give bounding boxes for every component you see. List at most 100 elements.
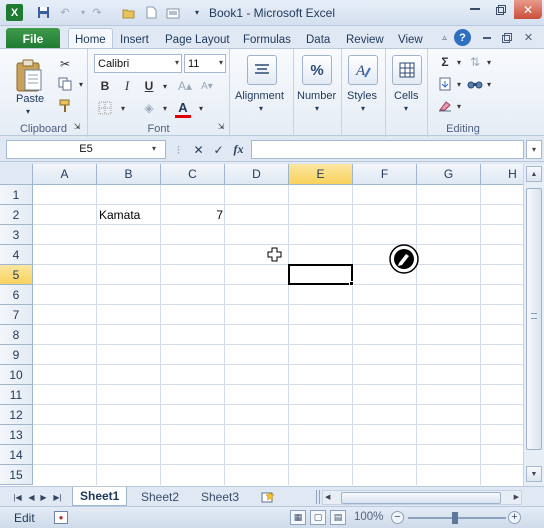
enter-entry-icon[interactable]: ✓ (210, 141, 227, 158)
cell-c2[interactable]: 7 (161, 205, 223, 225)
formula-bar-handle-icon[interactable]: ⁝ (170, 141, 187, 158)
cell-b2[interactable]: Kamata (99, 205, 161, 225)
zoom-level[interactable]: 100% (354, 511, 383, 523)
row-header-8[interactable]: 8 (0, 325, 33, 345)
font-size-select[interactable]: 11 ▾ (184, 54, 226, 73)
restore-button[interactable] (488, 0, 514, 19)
row-header-1[interactable]: 1 (0, 185, 33, 205)
font-name-select[interactable]: Calibri ▾ (94, 54, 182, 73)
name-box[interactable]: E5 (6, 140, 166, 159)
column-header-a[interactable]: A (33, 164, 97, 185)
scroll-up-icon[interactable]: ▲ (526, 166, 542, 182)
font-color-dropdown-icon[interactable]: ▾ (192, 99, 210, 117)
alignment-icon[interactable] (247, 55, 277, 85)
insert-sheet-icon[interactable] (260, 490, 276, 504)
column-header-d[interactable]: D (225, 164, 289, 185)
paste-dropdown-icon[interactable]: ▾ (26, 107, 30, 116)
zoom-in-icon[interactable]: + (508, 511, 521, 524)
print-preview-icon[interactable] (164, 4, 182, 21)
page-break-view-icon[interactable]: ▤ (330, 510, 346, 525)
customize-qat-icon[interactable]: ▾ (188, 4, 206, 21)
row-header-6[interactable]: 6 (0, 285, 33, 305)
tab-home[interactable]: Home (68, 28, 113, 50)
sort-filter-dropdown-icon[interactable]: ▾ (480, 53, 498, 71)
page-layout-view-icon[interactable]: ▢ (310, 510, 326, 525)
alignment-dropdown-icon[interactable]: ▾ (259, 104, 263, 113)
tab-formulas[interactable]: Formulas (243, 30, 291, 49)
workbook-restore-icon[interactable] (498, 29, 515, 46)
minimize-ribbon-icon[interactable]: ▵ (436, 29, 453, 46)
vertical-scrollbar[interactable]: ▲ ▼ (523, 164, 544, 486)
row-header-11[interactable]: 11 (0, 385, 33, 405)
column-header-e[interactable]: E (289, 164, 353, 185)
italic-button[interactable]: I (118, 77, 136, 95)
sheet-tab-sheet1[interactable]: Sheet1 (72, 487, 128, 506)
format-painter-icon[interactable] (56, 97, 74, 115)
minimize-button[interactable] (462, 0, 488, 19)
borders-dropdown-icon[interactable]: ▾ (114, 99, 132, 117)
row-header-9[interactable]: 9 (0, 345, 33, 365)
paste-button-label[interactable]: Paste (16, 93, 44, 105)
tab-review[interactable]: Review (346, 30, 384, 49)
select-all-corner[interactable] (0, 164, 33, 185)
first-sheet-icon[interactable]: |◀ (12, 490, 23, 504)
row-header-7[interactable]: 7 (0, 305, 33, 325)
row-header-10[interactable]: 10 (0, 365, 33, 385)
number-format-icon[interactable]: % (302, 55, 332, 85)
tab-split-handle[interactable] (316, 490, 320, 504)
column-header-f[interactable]: F (353, 164, 417, 185)
paste-icon[interactable] (12, 55, 46, 95)
row-header-13[interactable]: 13 (0, 425, 33, 445)
last-sheet-icon[interactable]: ▶| (52, 490, 63, 504)
column-header-b[interactable]: B (97, 164, 161, 185)
active-cell-e5[interactable] (288, 264, 353, 285)
column-header-c[interactable]: C (161, 164, 225, 185)
alignment-button-label[interactable]: Alignment (235, 90, 284, 102)
close-button[interactable]: ✕ (514, 0, 542, 19)
formula-input[interactable] (251, 140, 524, 159)
cells-icon[interactable] (392, 55, 422, 85)
cut-icon[interactable]: ✂ (56, 55, 74, 73)
new-document-icon[interactable] (142, 4, 160, 21)
row-header-14[interactable]: 14 (0, 445, 33, 465)
bold-button[interactable]: B (96, 77, 114, 95)
formula-expand-icon[interactable]: ▾ (526, 140, 542, 159)
number-dropdown-icon[interactable]: ▾ (315, 104, 319, 113)
undo-icon[interactable]: ↶ (56, 4, 74, 21)
redo-icon[interactable]: ↷ (88, 4, 106, 21)
styles-button-label[interactable]: Styles (347, 90, 377, 102)
shrink-font-icon[interactable]: A▾ (198, 77, 216, 95)
row-header-3[interactable]: 3 (0, 225, 33, 245)
horizontal-scrollbar[interactable]: ◀ ▶ (322, 490, 522, 505)
find-select-dropdown-icon[interactable]: ▾ (480, 75, 498, 93)
tab-data[interactable]: Data (306, 30, 330, 49)
scroll-left-icon[interactable]: ◀ (325, 493, 330, 501)
clear-dropdown-icon[interactable]: ▾ (450, 97, 468, 115)
previous-sheet-icon[interactable]: ◀ (26, 490, 37, 504)
macro-record-icon[interactable]: ● (54, 511, 68, 524)
open-icon[interactable] (120, 4, 138, 21)
number-button-label[interactable]: Number (297, 90, 336, 102)
excel-logo-icon[interactable]: X (6, 4, 23, 21)
tab-page-layout[interactable]: Page Layout (165, 30, 230, 49)
next-sheet-icon[interactable]: ▶ (38, 490, 49, 504)
save-icon[interactable] (34, 4, 52, 21)
column-header-h[interactable]: H (481, 164, 523, 185)
tab-insert[interactable]: Insert (120, 30, 149, 49)
help-icon[interactable]: ? (454, 29, 471, 46)
styles-dropdown-icon[interactable]: ▾ (361, 104, 365, 113)
fill-handle[interactable] (349, 281, 354, 286)
styles-icon[interactable]: A (348, 55, 378, 85)
vertical-scroll-thumb[interactable] (526, 188, 542, 450)
column-header-g[interactable]: G (417, 164, 481, 185)
sheet-tab-sheet3[interactable]: Sheet3 (194, 487, 246, 506)
tab-view[interactable]: View (398, 30, 423, 49)
row-header-5[interactable]: 5 (0, 265, 33, 285)
sheet-tab-sheet2[interactable]: Sheet2 (134, 487, 186, 506)
worksheet-grid[interactable]: A B C D E F G H 1 2 3 4 5 6 7 8 9 10 11 … (0, 164, 523, 486)
clipboard-launcher-icon[interactable]: ⇲ (72, 121, 82, 131)
cancel-entry-icon[interactable]: ✕ (190, 141, 207, 158)
font-color-button[interactable]: A (174, 98, 192, 116)
row-header-12[interactable]: 12 (0, 405, 33, 425)
horizontal-scroll-thumb[interactable] (341, 492, 501, 504)
